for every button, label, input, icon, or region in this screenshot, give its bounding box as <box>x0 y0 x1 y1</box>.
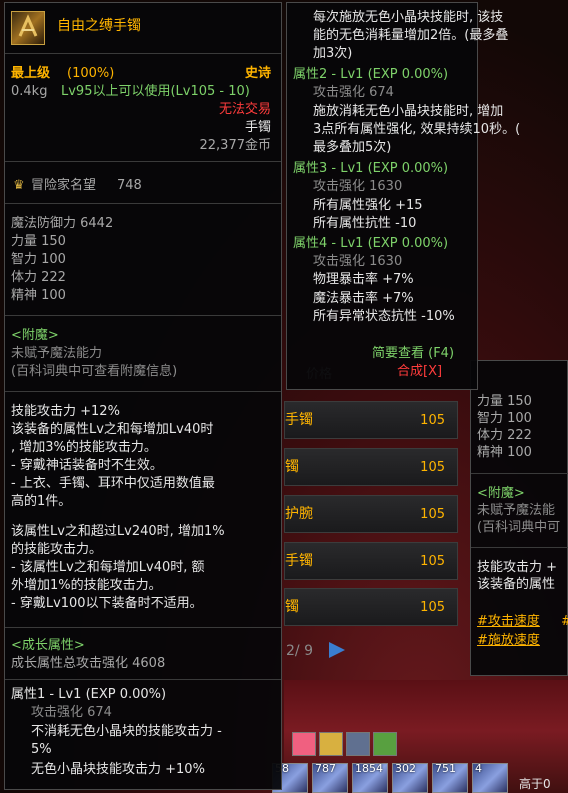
attr-attack: 攻击强化 1630 <box>313 254 403 269</box>
divider <box>5 627 281 628</box>
skill-slot[interactable]: 1854 <box>352 762 388 793</box>
attr-title: 属性1 - Lv1 (EXP 0.00%) <box>11 687 167 702</box>
item-tooltip-continued: 每次施放无色小晶块技能时, 该技 能的无色消耗量增加2倍。(最多叠 加3次) 属… <box>286 2 520 390</box>
skill-slot[interactable]: 751 <box>432 762 468 793</box>
skill-text: 技能攻击力 + <box>477 560 558 575</box>
compare-tooltip: 力量 150 智力 100 体力 222 精神 100 <附魔> 未赋予魔法能 … <box>470 360 568 676</box>
corner-status: 高于0 <box>519 777 551 791</box>
bracelet-item-icon <box>11 11 45 45</box>
item-grade-percent: (100%) <box>67 66 115 81</box>
desc-line: 所有异常状态抗性 -10% <box>313 309 455 324</box>
desc-line: 能的无色消耗量增加2倍。(最多叠 <box>313 28 509 43</box>
enchant-title: <附魔> <box>477 486 525 501</box>
fame-label: 冒险家名望 <box>31 178 97 193</box>
stat-line: 体力 222 <box>11 270 66 285</box>
attr-title: 属性3 - Lv1 (EXP 0.00%) <box>293 161 449 176</box>
list-item[interactable]: 手镯 105 <box>284 401 458 439</box>
desc-line: 该属性Lv之和超过Lv240时, 增加1% <box>11 524 225 539</box>
list-item[interactable]: 镯 105 <box>284 588 458 626</box>
stat-line: 精神 100 <box>477 445 532 460</box>
desc-line: 最多叠加5次) <box>313 140 392 155</box>
page-indicator: 2/ 9 <box>286 643 313 659</box>
desc-line: - 该属性Lv之和每增加Lv40时, 额 <box>11 560 205 575</box>
desc-line: 该装备的属性Lv之和每增加Lv40时 <box>11 422 214 437</box>
item-type: 手镯 <box>244 120 271 135</box>
enchant-text: 未赋予魔法能力 <box>11 346 103 361</box>
gold-item-icon[interactable] <box>319 732 343 756</box>
divider <box>5 203 281 204</box>
attr-attack: 攻击强化 674 <box>31 705 112 720</box>
divider <box>471 547 568 548</box>
skill-slot[interactable]: 302 <box>392 762 428 793</box>
skill-slot[interactable]: 4 <box>472 762 508 793</box>
stat-line: 体力 222 <box>477 428 532 443</box>
divider <box>5 161 281 162</box>
desc-line: 每次施放无色小晶块技能时, 该技 <box>313 10 504 25</box>
attr-attack: 攻击强化 674 <box>313 85 394 100</box>
fame-icon: ♛ <box>13 178 25 193</box>
skill-text: 该装备的属性 <box>477 577 556 592</box>
desc-line: - 上衣、手镯、耳环中仅适用数值最 <box>11 476 215 491</box>
item-name: 自由之缚手镯 <box>57 18 141 34</box>
fame-value: 748 <box>117 178 142 193</box>
tag-link[interactable]: #攻击速度 <box>477 613 540 631</box>
list-item[interactable]: 护腕 105 <box>284 495 458 533</box>
divider <box>5 391 281 392</box>
desc-line: 所有属性抗性 -10 <box>313 216 417 231</box>
growth-title: <成长属性> <box>11 638 85 653</box>
desc-line: - 穿戴Lv100以下装备时不适用。 <box>11 596 203 611</box>
feather-item-icon[interactable] <box>373 732 397 756</box>
skill-slot[interactable]: 787 <box>312 762 348 793</box>
desc-line: 无色小晶块技能攻击力 +10% <box>31 762 205 777</box>
desc-line: 不消耗无色小晶块的技能攻击力 - <box>31 724 222 739</box>
tag-link[interactable]: #施放速度 <box>477 632 540 650</box>
item-weight: 0.4kg <box>11 84 48 99</box>
trade-status: 无法交易 <box>218 102 271 117</box>
enchant-text: (百科词典中可 <box>477 520 561 535</box>
attr-title: 属性2 - Lv1 (EXP 0.00%) <box>293 67 449 82</box>
desc-line: - 穿戴神话装备时不生效。 <box>11 458 163 473</box>
desc-line: 3点所有属性强化, 效果持续10秒。( <box>313 122 521 137</box>
scroll-item-icon[interactable] <box>346 732 370 756</box>
divider <box>471 473 568 474</box>
attr-title: 属性4 - Lv1 (EXP 0.00%) <box>293 236 449 251</box>
desc-line: 所有属性强化 +15 <box>313 198 423 213</box>
stat-line: 精神 100 <box>11 288 66 303</box>
desc-line: , 增加3%的技能攻击力。 <box>11 440 157 455</box>
desc-line: 5% <box>31 742 52 757</box>
skill-attack: 技能攻击力 +12% <box>11 404 120 419</box>
desc-line: 施放消耗无色小晶块技能时, 增加 <box>313 104 504 119</box>
stat-line: 智力 100 <box>11 252 66 267</box>
brief-view-button[interactable]: 简要查看 (F4) <box>372 345 454 363</box>
enchant-hint: (百科词典中可查看附魔信息) <box>11 364 178 379</box>
next-page-arrow-icon[interactable] <box>329 642 345 658</box>
desc-line: 物理暴击率 +7% <box>313 272 414 287</box>
item-rarity: 史诗 <box>244 66 271 81</box>
desc-line: 魔法暴击率 +7% <box>313 291 414 306</box>
desc-line: 高的1件。 <box>11 494 72 509</box>
heart-item-icon[interactable] <box>292 732 316 756</box>
tag-link[interactable]: # <box>561 613 568 631</box>
enchant-title: <附魔> <box>11 328 59 343</box>
divider <box>5 315 281 316</box>
item-tooltip: 自由之缚手镯 最上级 (100%) 史诗 0.4kg Lv95以上可以使用(Lv… <box>4 2 282 790</box>
divider <box>5 679 281 680</box>
stat-line: 力量 150 <box>11 234 66 249</box>
item-price: 22,377金币 <box>199 138 272 153</box>
attr-attack: 攻击强化 1630 <box>313 179 403 194</box>
stat-line: 智力 100 <box>477 411 532 426</box>
desc-line: 外增加1%的技能攻击力。 <box>11 578 162 593</box>
divider <box>5 53 281 54</box>
desc-line: 加3次) <box>313 46 353 61</box>
magic-defense: 魔法防御力 6442 <box>11 216 114 231</box>
desc-line: 的技能攻击力。 <box>11 542 103 557</box>
item-grade: 最上级 <box>11 66 51 81</box>
list-item[interactable]: 镯 105 <box>284 448 458 486</box>
growth-total: 成长属性总攻击强化 4608 <box>11 656 166 671</box>
synthesize-button[interactable]: 合成[X] <box>397 363 442 381</box>
enchant-text: 未赋予魔法能 <box>477 503 556 518</box>
stat-line: 力量 150 <box>477 394 532 409</box>
list-item[interactable]: 手镯 105 <box>284 542 458 580</box>
level-requirement: Lv95以上可以使用(Lv105 - 10) <box>61 84 250 99</box>
